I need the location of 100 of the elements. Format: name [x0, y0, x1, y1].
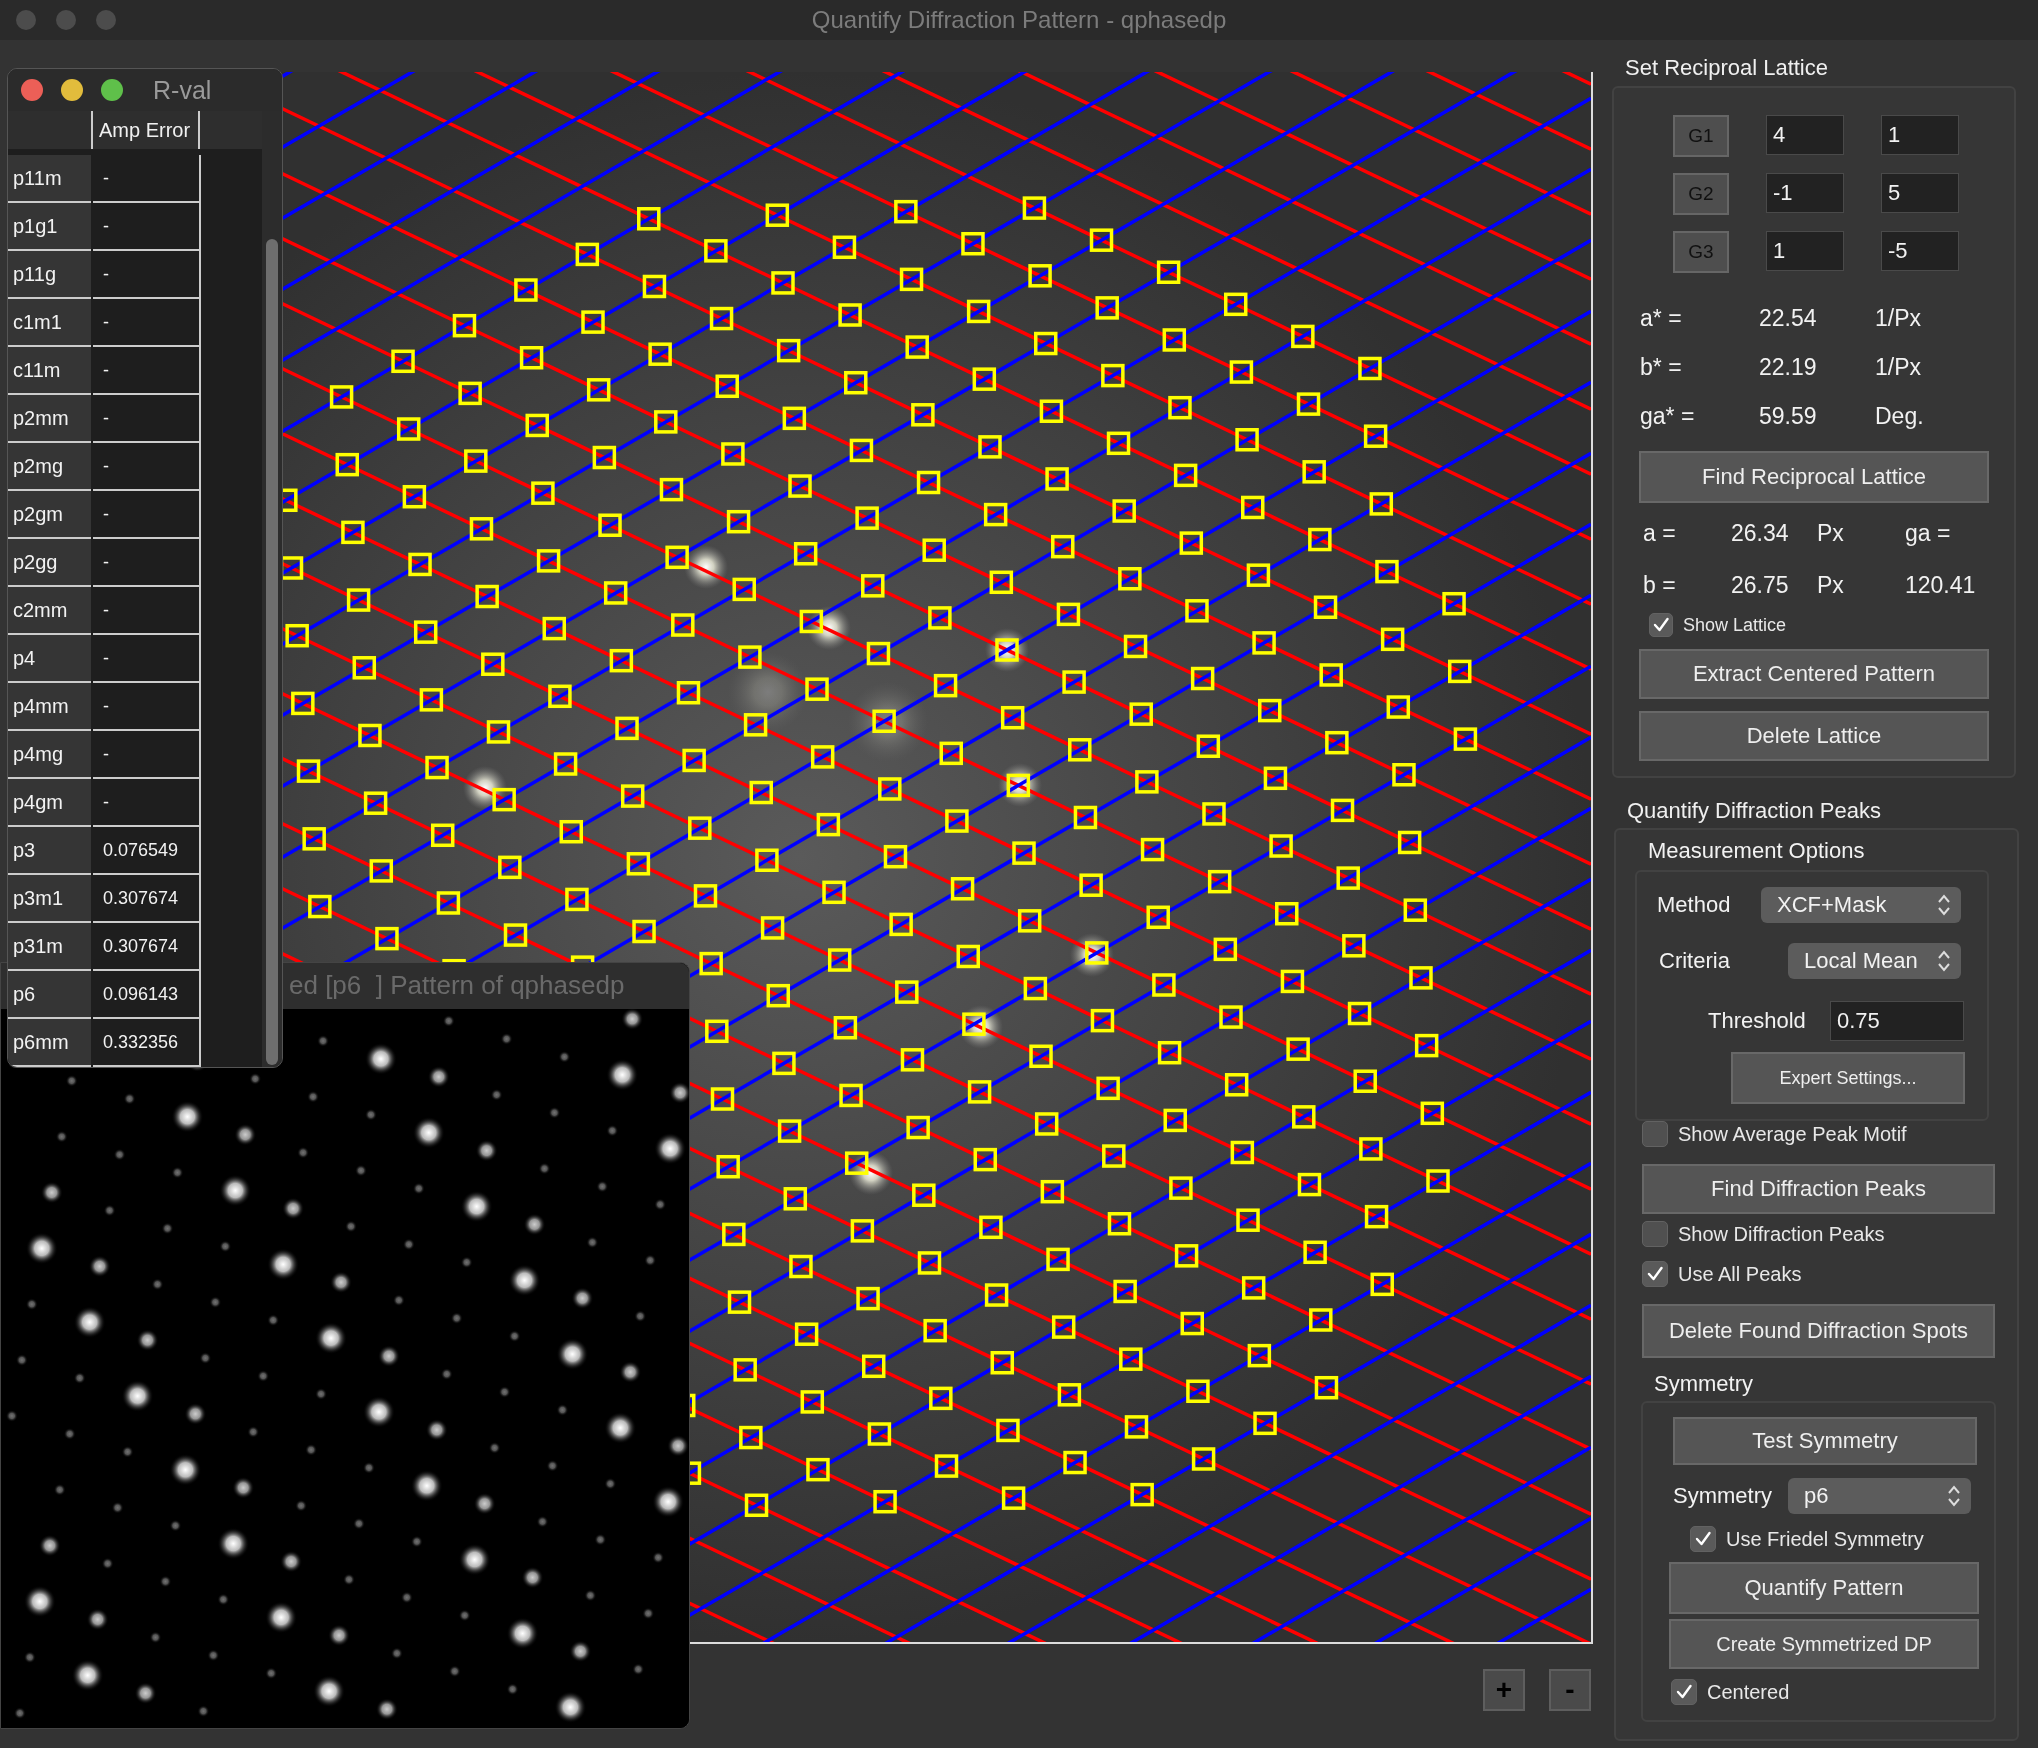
checkbox[interactable] [1690, 1526, 1716, 1552]
threshold-input[interactable]: 0.75 [1830, 1001, 1964, 1041]
extract-pattern-button[interactable]: Extract Centered Pattern [1639, 649, 1989, 699]
row-header: p2mm [8, 395, 91, 443]
maximize-icon[interactable] [101, 79, 123, 101]
table-cell: 0.096143 [93, 971, 201, 1019]
parameter-value: 26.34 [1731, 519, 1790, 548]
table-cell: 0.076549 [93, 827, 201, 875]
row-header: p1g1 [8, 203, 91, 251]
field-label: Criteria [1659, 948, 1731, 974]
minimize-icon[interactable] [61, 79, 83, 101]
checkmark-icon [1694, 1530, 1712, 1548]
row-header: p11g [8, 251, 91, 299]
checkbox-label[interactable]: Use Friedel Symmetry [1726, 1527, 1924, 1551]
parameter-unit: 1/Px [1875, 304, 1923, 333]
row-header: p3 [8, 827, 91, 875]
field-label: Threshold [1708, 1008, 1807, 1034]
table-cell: - [93, 779, 201, 827]
parameter-label: b = [1643, 571, 1677, 600]
expert-settings-button[interactable]: Expert Settings... [1731, 1052, 1965, 1104]
window-title: Quantify Diffraction Pattern - qphasedp [811, 6, 1227, 34]
row-header: p2gm [8, 491, 91, 539]
table-cell: - [93, 491, 201, 539]
checkbox[interactable] [1642, 1221, 1668, 1247]
row-header: p2mg [8, 443, 91, 491]
parameter-label: b* = [1640, 353, 1683, 382]
checkmark-icon [1675, 1683, 1693, 1701]
table-cell: - [93, 155, 201, 203]
table-cell: - [93, 683, 201, 731]
table-cell: - [93, 539, 201, 587]
up-down-chevron-icon [1947, 1484, 1961, 1508]
checkmark-icon [1646, 1265, 1664, 1283]
parameter-label: a = [1643, 519, 1677, 548]
table-cell: - [93, 203, 201, 251]
vector-input[interactable]: -5 [1881, 231, 1959, 271]
action-button[interactable]: Find Diffraction Peaks [1642, 1164, 1995, 1214]
checkbox[interactable] [1642, 1261, 1668, 1287]
table-cell: 0.332356 [93, 1019, 201, 1067]
action-button[interactable]: Delete Found Diffraction Spots [1642, 1304, 1995, 1358]
parameter-label: ga = [1905, 519, 1952, 548]
parameter-label: ga* = [1640, 402, 1696, 431]
table-cell: - [93, 731, 201, 779]
row-header: p6mm [8, 1019, 91, 1067]
row-header: p3m1 [8, 875, 91, 923]
parameter-value: 22.19 [1759, 353, 1818, 382]
vector-input[interactable]: 1 [1766, 231, 1844, 271]
vector-input[interactable]: 4 [1766, 115, 1844, 155]
up-down-chevron-icon [1937, 949, 1951, 973]
row-header: p31m [8, 923, 91, 971]
checkbox-label[interactable]: Use All Peaks [1678, 1262, 1802, 1286]
table-cell: 0.307674 [93, 923, 201, 971]
parameter-value: 26.75 [1731, 571, 1790, 600]
scrollbar[interactable] [262, 111, 282, 1067]
parameter-value: 59.59 [1759, 402, 1818, 431]
find-lattice-button[interactable]: Find Reciprocal Lattice [1639, 451, 1989, 503]
vector-input[interactable]: 1 [1881, 115, 1959, 155]
create-symmetrized-button[interactable]: Create Symmetrized DP [1669, 1619, 1979, 1669]
field-label: Symmetry [1673, 1483, 1773, 1509]
parameter-unit: Deg. [1875, 402, 1925, 431]
parameter-unit: 1/Px [1875, 353, 1923, 382]
checkmark-icon [1652, 616, 1670, 634]
field-label: Method [1657, 892, 1732, 918]
window-title: ed [p6 ] Pattern of qphasedp [289, 970, 625, 1002]
quantify-pattern-button[interactable]: Quantify Pattern [1669, 1562, 1979, 1614]
parameter-unit: Px [1817, 571, 1845, 600]
delete-lattice-button[interactable]: Delete Lattice [1639, 711, 1989, 761]
checkbox[interactable] [1671, 1679, 1697, 1705]
checkbox-label[interactable]: Show Diffraction Peaks [1678, 1222, 1885, 1246]
parameter-label: a* = [1640, 304, 1683, 333]
table-cell: - [93, 635, 201, 683]
row-header: p4gm [8, 779, 91, 827]
vector-input[interactable]: 5 [1881, 173, 1959, 213]
checkbox-label[interactable]: Show Average Peak Motif [1678, 1122, 1907, 1146]
checkbox-label[interactable]: Show Lattice [1683, 614, 1787, 636]
checkbox-label[interactable]: Centered [1707, 1680, 1790, 1704]
checkbox[interactable] [1649, 613, 1673, 637]
section-title: Measurement Options [1648, 838, 1865, 864]
table-cell: - [93, 587, 201, 635]
row-header: p11m [8, 155, 91, 203]
table-cell: 0.307674 [93, 875, 201, 923]
method-dropdown[interactable]: XCF+Mask [1761, 887, 1961, 923]
table-cell: - [93, 251, 201, 299]
table-cell: - [93, 299, 201, 347]
vector-input[interactable]: -1 [1766, 173, 1844, 213]
row-header: p2gg [8, 539, 91, 587]
parameter-unit: Px [1817, 519, 1845, 548]
test-symmetry-button[interactable]: Test Symmetry [1673, 1417, 1977, 1465]
criteria-dropdown[interactable]: Local Mean [1788, 943, 1961, 979]
symmetry-dropdown[interactable]: p6 [1788, 1478, 1971, 1514]
window-title: R-val [153, 75, 212, 105]
row-header: p4 [8, 635, 91, 683]
row-header: c1m1 [8, 299, 91, 347]
row-header: p4mm [8, 683, 91, 731]
parameter-value: 120.41 [1905, 571, 1977, 600]
scrollbar-thumb[interactable] [266, 239, 279, 1065]
close-icon[interactable] [21, 79, 43, 101]
checkbox[interactable] [1642, 1121, 1668, 1147]
row-header: p6 [8, 971, 91, 1019]
table-cell: - [93, 347, 201, 395]
section-title: Set Reciproal Lattice [1625, 55, 1828, 81]
